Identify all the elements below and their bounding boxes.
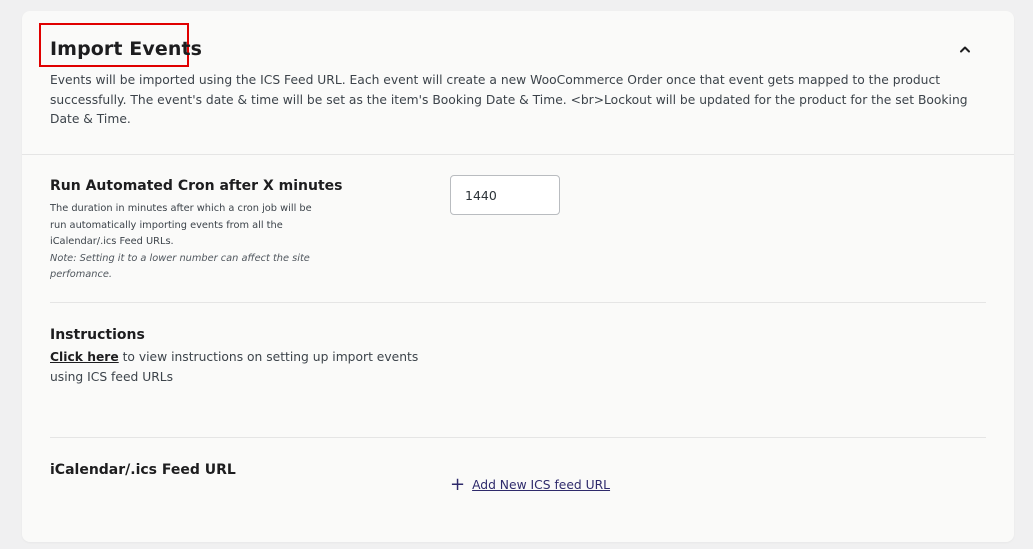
cron-note: Note: Setting it to a lower number can a… — [50, 252, 310, 281]
add-ics-feed-link[interactable]: + Add New ICS feed URL — [450, 476, 610, 494]
instructions-label: Instructions — [50, 327, 145, 343]
section-description: Events will be imported using the ICS Fe… — [50, 73, 968, 126]
header-divider — [22, 154, 1014, 155]
cron-help: The duration in minutes after which a cr… — [50, 203, 312, 247]
cron-label: Run Automated Cron after X minutes — [50, 178, 343, 194]
instructions-text: Click here to view instructions on setti… — [50, 348, 430, 387]
collapse-button[interactable] — [952, 37, 978, 61]
add-ics-feed-label: Add New ICS feed URL — [472, 478, 611, 492]
section-title: Import Events — [50, 38, 203, 60]
chevron-up-icon — [960, 46, 970, 53]
cron-help-text: The duration in minutes after which a cr… — [50, 201, 315, 284]
import-events-panel: Import Events Events will be imported us… — [22, 11, 1014, 542]
feed-url-label: iCalendar/.ics Feed URL — [50, 462, 236, 478]
plus-icon: + — [450, 474, 466, 495]
row-divider — [50, 302, 986, 303]
cron-minutes-input[interactable] — [450, 175, 560, 215]
click-here-link[interactable]: Click here — [50, 350, 119, 364]
row-divider — [50, 437, 986, 438]
